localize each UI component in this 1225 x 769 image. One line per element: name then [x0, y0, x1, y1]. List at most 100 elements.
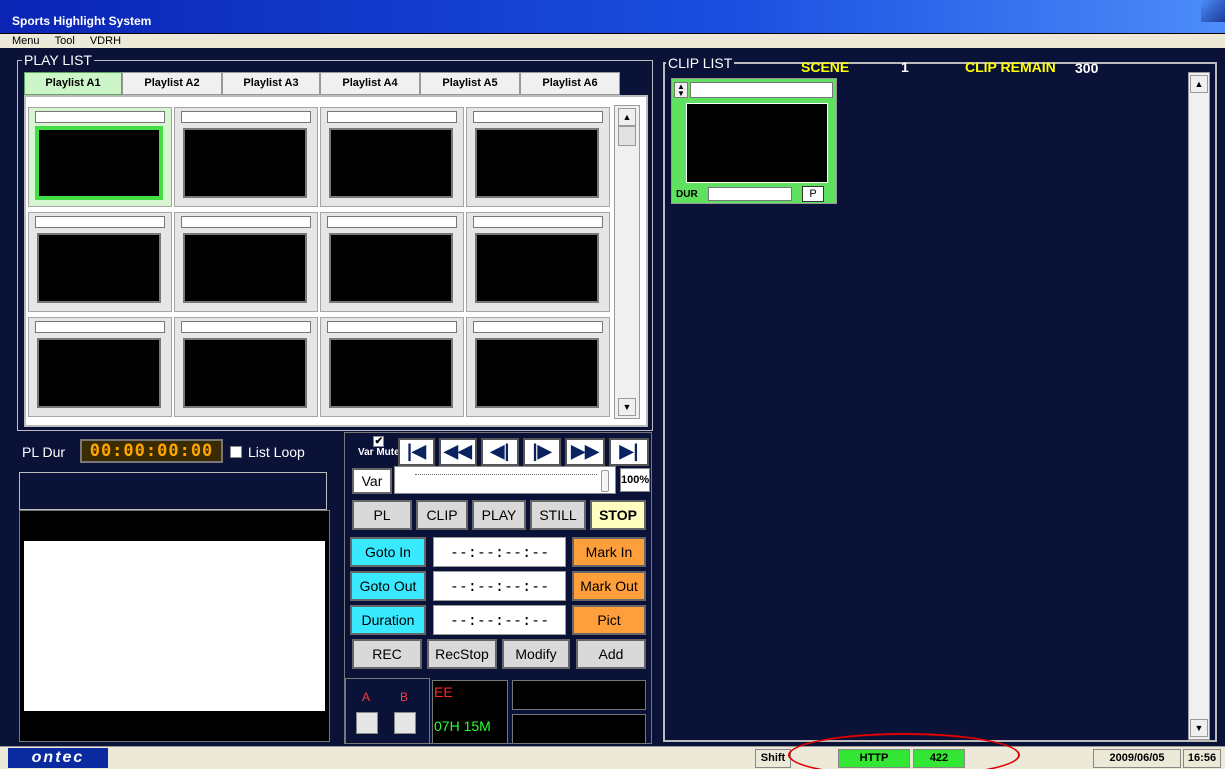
tab-playlist-a3[interactable]: Playlist A3 — [222, 72, 320, 95]
checkbox-icon[interactable] — [230, 446, 242, 458]
status-date: 2009/06/05 — [1093, 749, 1181, 768]
playlist-cell[interactable] — [466, 317, 610, 417]
still-button[interactable]: STILL — [530, 500, 586, 530]
fast-forward-button[interactable]: ▶▶ — [565, 438, 605, 466]
tab-playlist-a6[interactable]: Playlist A6 — [520, 72, 620, 95]
cell-label-field[interactable] — [473, 111, 603, 123]
in-timecode-field[interactable]: --:--:--:-- — [433, 537, 566, 567]
tab-playlist-a1[interactable]: Playlist A1 — [24, 72, 122, 95]
modify-button[interactable]: Modify — [502, 639, 570, 669]
go-to-end-button[interactable]: ▶| — [609, 438, 649, 466]
playlist-cell[interactable] — [320, 107, 464, 207]
cell-thumbnail — [329, 338, 453, 408]
var-mute-checkbox[interactable]: ✔ Var Mute — [358, 436, 400, 458]
cell-thumbnail — [329, 233, 453, 303]
scene-label: SCENE — [801, 59, 850, 75]
cell-label-field[interactable] — [327, 216, 457, 228]
rec-button[interactable]: REC — [352, 639, 422, 669]
status-bar — [0, 746, 1225, 769]
cell-label-field[interactable] — [473, 216, 603, 228]
play-button[interactable]: PLAY — [472, 500, 526, 530]
goto-out-button[interactable]: Goto Out — [350, 571, 426, 601]
scroll-up-icon[interactable]: ▲ — [618, 108, 636, 126]
playlist-cell[interactable] — [28, 317, 172, 417]
tab-playlist-a2[interactable]: Playlist A2 — [122, 72, 222, 95]
duration-button[interactable]: Duration — [350, 605, 426, 635]
pict-button[interactable]: Pict — [572, 605, 646, 635]
clip-button[interactable]: CLIP — [416, 500, 468, 530]
cell-label-field[interactable] — [181, 321, 311, 333]
playlist-cell[interactable] — [28, 107, 172, 207]
playlist-cell[interactable] — [174, 317, 318, 417]
scroll-down-icon[interactable]: ▼ — [618, 398, 636, 416]
clip-remain-label: CLIP REMAIN — [965, 59, 1056, 75]
menu-bar: Menu Tool VDRH — [0, 34, 1225, 48]
menu-item-menu[interactable]: Menu — [12, 35, 40, 47]
clip-name-field[interactable] — [690, 82, 833, 98]
stop-button[interactable]: STOP — [590, 500, 646, 530]
menu-item-tool[interactable]: Tool — [55, 35, 75, 47]
preview-list-content — [24, 541, 325, 711]
b-indicator — [394, 712, 416, 734]
ab-panel — [345, 678, 430, 744]
cell-label-field[interactable] — [327, 111, 457, 123]
playlist-cell[interactable] — [320, 317, 464, 417]
clip-list-scrollbar[interactable]: ▲ ▼ — [1188, 72, 1210, 740]
status-time: 16:56 — [1183, 749, 1221, 768]
cell-label-field[interactable] — [473, 321, 603, 333]
menu-item-vdrh[interactable]: VDRH — [90, 35, 121, 47]
out-timecode-field[interactable]: --:--:--:-- — [433, 571, 566, 601]
playlist-scrollbar[interactable]: ▲ ▼ — [614, 105, 640, 419]
info-field-bottom — [512, 714, 646, 744]
playlist-cell[interactable] — [466, 212, 610, 312]
scroll-down-icon[interactable]: ▼ — [1190, 719, 1208, 737]
slider-thumb[interactable] — [601, 470, 609, 492]
step-back-button[interactable]: ◀| — [481, 438, 519, 466]
cell-label-field[interactable] — [327, 321, 457, 333]
playlist-group-label: PLAY LIST — [22, 52, 94, 68]
clip-p-button[interactable]: P — [802, 186, 824, 202]
checkbox-checked-icon[interactable]: ✔ — [373, 436, 385, 447]
cell-label-field[interactable] — [35, 111, 165, 123]
step-forward-icon: |▶ — [532, 441, 552, 461]
step-back-icon: ◀| — [490, 441, 510, 461]
up-down-arrows-icon[interactable]: ▲ ▼ — [674, 82, 688, 98]
clip-remain-value: 300 — [1075, 60, 1099, 76]
playlist-cell[interactable] — [174, 107, 318, 207]
playlist-cell[interactable] — [28, 212, 172, 312]
mark-in-button[interactable]: Mark In — [572, 537, 646, 567]
goto-in-button[interactable]: Goto In — [350, 537, 426, 567]
go-to-start-button[interactable]: |◀ — [398, 438, 435, 466]
highlight-annotation — [788, 733, 1020, 769]
playlist-cell[interactable] — [466, 107, 610, 207]
add-button[interactable]: Add — [576, 639, 646, 669]
step-forward-button[interactable]: |▶ — [523, 438, 561, 466]
cell-label-field[interactable] — [35, 321, 165, 333]
cell-label-field[interactable] — [181, 111, 311, 123]
playlist-cell[interactable] — [320, 212, 464, 312]
playlist-grid: ▲ ▼ — [24, 95, 648, 427]
scroll-thumb[interactable] — [618, 126, 636, 146]
fast-rewind-button[interactable]: ◀◀ — [439, 438, 477, 466]
var-button[interactable]: Var — [352, 468, 392, 494]
recstop-button[interactable]: RecStop — [427, 639, 497, 669]
mark-out-button[interactable]: Mark Out — [572, 571, 646, 601]
playlist-cell[interactable] — [174, 212, 318, 312]
scroll-up-icon[interactable]: ▲ — [1190, 75, 1208, 93]
cell-thumbnail — [183, 233, 307, 303]
pl-button[interactable]: PL — [352, 500, 412, 530]
speed-slider[interactable] — [394, 466, 616, 494]
cell-label-field[interactable] — [35, 216, 165, 228]
a-indicator — [356, 712, 378, 734]
clip-card[interactable]: ▲ ▼ DUR P — [671, 78, 837, 204]
duration-timecode-field[interactable]: --:--:--:-- — [433, 605, 566, 635]
cell-label-field[interactable] — [181, 216, 311, 228]
tab-playlist-a5[interactable]: Playlist A5 — [420, 72, 520, 95]
scene-value: 1 — [901, 59, 909, 75]
var-mute-label: Var Mute — [358, 447, 400, 458]
preview-list-area[interactable] — [19, 510, 330, 742]
tab-playlist-a4[interactable]: Playlist A4 — [320, 72, 420, 95]
cell-thumbnail — [475, 338, 599, 408]
list-loop-checkbox[interactable]: List Loop — [230, 444, 305, 460]
shift-indicator: Shift — [755, 749, 791, 768]
